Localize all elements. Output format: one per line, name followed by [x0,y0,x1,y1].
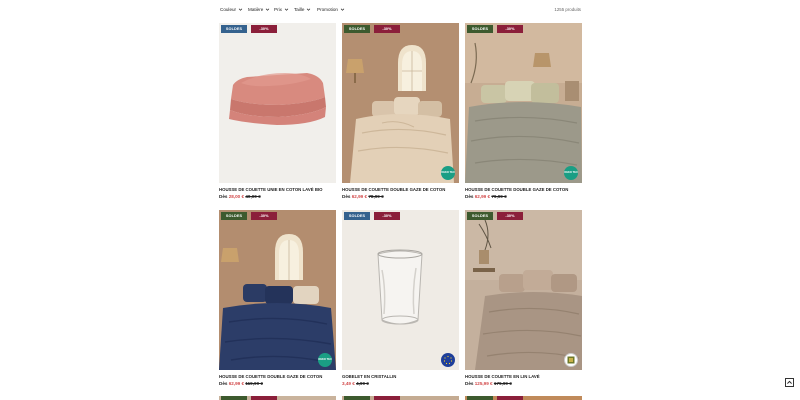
original-price: 179,99 € [493,381,512,386]
sale-price: 62,99 € [228,381,245,386]
product-price: Dès 28,00 € 40,00 € [219,194,261,199]
original-price: 119,99 € [245,381,263,386]
chevron-down-icon [340,8,345,11]
oeko-tex-badge: OEKO TEX [441,166,455,180]
discount-badge: -30% [251,212,277,220]
soldes-badge [221,396,247,400]
filter-couleur[interactable]: Couleur [220,7,243,12]
beige-bedroom-icon [342,23,459,183]
price-from: Dès [219,381,228,386]
filter-taille[interactable]: Taille [294,7,311,12]
product-image[interactable]: SOLDES -30% OEKO TEX [342,23,459,183]
soldes-badge: SOLDES [467,25,493,33]
soldes-badge [344,396,370,400]
original-price: 40,00 € [245,194,261,199]
product-count: 1255 produits [554,7,581,12]
flax-label-icon [567,356,575,364]
filter-label: Taille [294,7,305,12]
product-card-partial[interactable] [465,396,582,400]
product-image[interactable]: SOLDES -30% [342,210,459,370]
sale-price: 3,49 € [342,381,355,386]
oeko-tex-badge: OEKO TEX [564,166,578,180]
product-title[interactable]: HOUSSE DE COUETTE DOUBLE GAZE DE COTON [342,187,445,192]
product-title[interactable]: HOUSSE DE COUETTE UNIE EN COTON LAVÉ BIO [219,187,322,192]
product-image[interactable]: SOLDES -30% [465,210,582,370]
soldes-badge: SOLDES [344,212,370,220]
price-from: Dès [465,194,474,199]
soldes-badge: SOLDES [221,25,247,33]
filter-promotion[interactable]: Promotion [317,7,345,12]
oeko-tex-badge: OEKO TEX [318,353,332,367]
sale-price: 62,99 € [474,194,491,199]
discount-badge: -30% [497,25,523,33]
filter-label: Promotion [317,7,338,12]
discount-badge: -30% [374,25,400,33]
price-from: Dès [342,194,351,199]
product-price: Dès 62,99 € 79,99 € [465,194,507,199]
sale-price: 62,99 € [351,194,368,199]
price-from: Dès [465,381,474,386]
chevron-down-icon [266,8,270,11]
product-title[interactable]: HOUSSE DE COUETTE DOUBLE GAZE DE COTON [219,374,322,379]
product-title[interactable]: GOBELET EN CRISTALLIN [342,374,396,379]
product-image[interactable]: SOLDES -30% [219,23,336,183]
navy-bedroom-icon [219,210,336,370]
product-card-partial[interactable] [219,396,336,400]
discount-badge [374,396,400,400]
product-price: Dès 62,99 € 119,99 € [219,381,263,386]
product-image[interactable]: SOLDES -30% OEKO TEX [219,210,336,370]
discount-badge: -30% [251,25,277,33]
chevron-down-icon [284,8,289,11]
filter-label: Couleur [220,7,237,12]
product-card-partial[interactable] [342,396,459,400]
product-image[interactable]: SOLDES -30% OEKO TEX [465,23,582,183]
pink-duvet-icon [229,73,326,125]
scroll-top-button[interactable] [785,378,794,387]
product-price: Dès 62,99 € 78,99 € [342,194,384,199]
filter-label: Matière [248,7,264,12]
soldes-badge: SOLDES [467,212,493,220]
product-title[interactable]: HOUSSE DE COUETTE EN LIN LAVÉ [465,374,540,379]
discount-badge: -30% [497,212,523,220]
chevron-down-icon [307,8,311,11]
eu-stars-icon [443,355,453,365]
price-from: Dès [219,194,228,199]
soldes-badge: SOLDES [221,212,247,220]
soldes-badge [467,396,493,400]
filter-prix[interactable]: Prix [274,7,289,12]
filter-bar: Couleur Matière Prix Taille Promotion 12… [219,6,581,16]
product-title[interactable]: HOUSSE DE COUETTE DOUBLE GAZE DE COTON [465,187,568,192]
original-price: 4,99 € [356,381,369,386]
discount-badge: -30% [374,212,400,220]
linen-bedroom-icon [465,210,582,370]
sale-price: 125,99 € [474,381,493,386]
filter-matiere[interactable]: Matière [248,7,270,12]
discount-badge [497,396,523,400]
chevron-up-icon [787,380,792,384]
chevron-down-icon [238,8,243,11]
discount-badge [251,396,277,400]
product-price: Dès 125,99 € 179,99 € [465,381,512,386]
sage-bedroom-icon [465,23,582,183]
certification-badge [564,353,578,367]
original-price: 78,99 € [368,194,384,199]
eu-badge [441,353,455,367]
product-price: 3,49 € 4,99 € [342,381,369,386]
soldes-badge: SOLDES [344,25,370,33]
glass-tumbler-icon [377,249,423,325]
filter-label: Prix [274,7,282,12]
original-price: 79,99 € [491,194,507,199]
sale-price: 28,00 € [228,194,245,199]
